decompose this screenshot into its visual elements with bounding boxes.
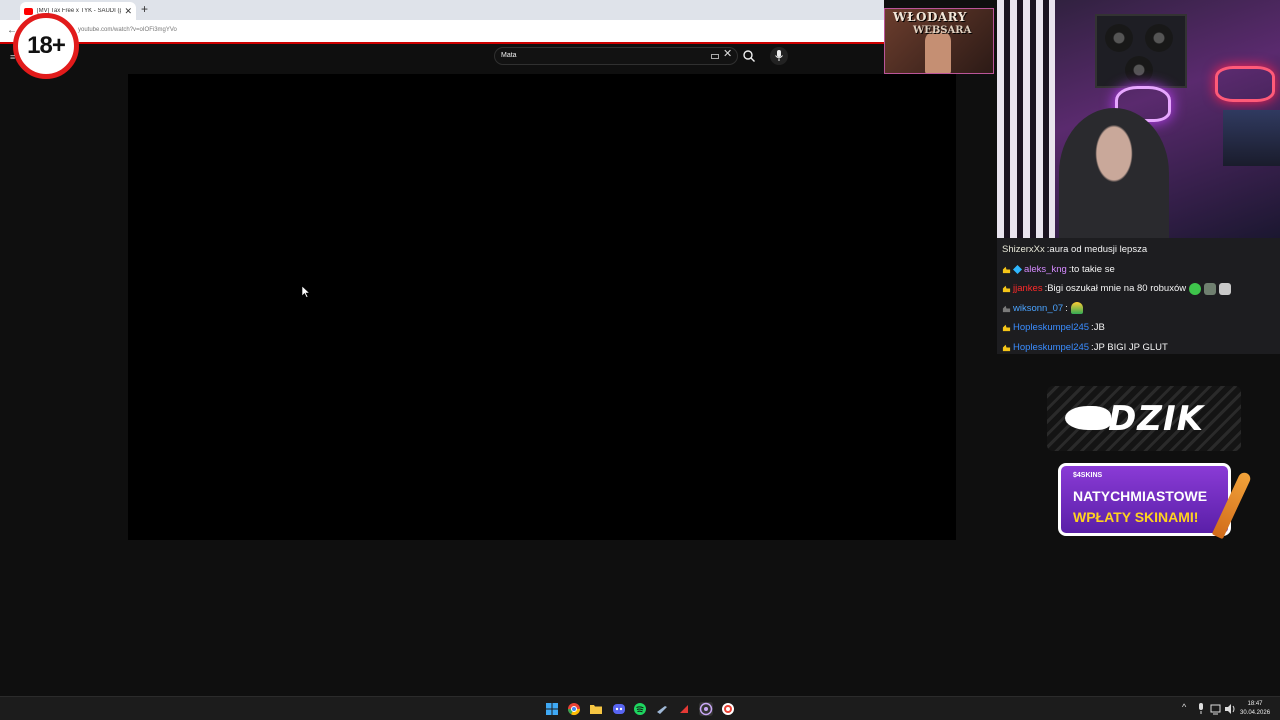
chat-separator: : (1065, 302, 1068, 314)
browser-tab-bar: [MV] Tax Free x TYK - SAUDI (p ✕ + (0, 0, 884, 20)
chat-username: jjankes (1013, 283, 1043, 295)
obs-icon[interactable] (699, 702, 713, 716)
tray-overflow-icon[interactable]: ^ (1182, 703, 1186, 712)
chat-message: ShizerxXx: aura od medusji lepsza (1002, 240, 1275, 260)
age-restriction-badge: 18+ (13, 13, 79, 79)
windows-start-icon[interactable] (545, 702, 559, 716)
search-input[interactable]: Mata ✕ (494, 47, 738, 65)
chat-message: Hopleskumpel245: JB (1002, 318, 1275, 338)
boar-icon (1065, 406, 1111, 430)
discord-icon[interactable] (612, 702, 626, 716)
search-query: Mata (501, 52, 517, 59)
banner-title: WŁODARY (893, 10, 967, 24)
new-tab-button[interactable]: + (141, 3, 148, 15)
volume-icon[interactable] (1224, 703, 1236, 715)
chat-text: JP BIGI JP GLUT (1093, 341, 1168, 353)
search-icon (743, 50, 755, 62)
skins-headline: NATYCHMIASTOWE (1073, 488, 1208, 504)
windows-taskbar: ^ 18:47 30.04.2026 (0, 696, 1280, 720)
photo-emote-icon (1204, 282, 1217, 295)
neon-bull-sign (1215, 66, 1275, 102)
record-wall (1095, 14, 1187, 88)
sub-badge-icon (1002, 305, 1011, 312)
vinyl-record (1125, 56, 1153, 84)
streamer (1059, 108, 1169, 238)
dzik-logo-text: DZIK (1108, 398, 1204, 439)
sub-badge-icon (1002, 266, 1011, 273)
address-bar[interactable]: ← youtube.com/watch?v=oIOFi3mgYVo (0, 20, 884, 44)
chat-username: Hopleskumpel245 (1013, 341, 1090, 353)
voice-search-button[interactable] (770, 47, 788, 65)
skins-subheadline: WPŁATY SKINAMI! (1073, 509, 1199, 525)
video-player[interactable] (128, 74, 956, 540)
chat-username: aleks_kng (1024, 263, 1067, 275)
hamburger-menu-icon[interactable]: ≡ (10, 52, 15, 62)
banner-figure (925, 31, 951, 73)
steam-icon[interactable] (655, 702, 669, 716)
chat-message: wiksonn_07: (1002, 299, 1275, 319)
webcam-feed (997, 0, 1280, 238)
mouse-cursor-icon (302, 286, 310, 298)
chrome-icon[interactable] (567, 702, 581, 716)
striped-wall (997, 0, 1055, 238)
tab-close-icon[interactable]: ✕ (124, 6, 132, 16)
vinyl-record (1145, 24, 1173, 52)
figure-shelf (1223, 110, 1280, 166)
dzik-sponsor-banner: DZIK (1047, 386, 1241, 451)
clock-date: 30.04.2026 (1240, 710, 1271, 716)
file-explorer-icon[interactable] (589, 702, 603, 716)
url-text[interactable]: youtube.com/watch?v=oIOFi3mgYVo (78, 27, 177, 33)
banner-subtitle: WEBSARA (913, 25, 972, 36)
chat-text: aura od medusji lepsza (1049, 244, 1148, 256)
spotify-icon[interactable] (633, 702, 647, 716)
vinyl-record (1105, 24, 1133, 52)
tray-mic-icon[interactable] (1196, 703, 1206, 715)
chat-overlay: ShizerxXx: aura od medusji lepsza aleks_… (997, 238, 1280, 354)
wlodary-overlay-banner: WŁODARY WEBSARA (884, 8, 994, 74)
skins-sponsor-banner: $4SKINS NATYCHMIASTOWE WPŁATY SKINAMI! (1058, 463, 1231, 536)
clock-time: 18:47 (1247, 701, 1263, 707)
youtube-favicon-icon (24, 7, 33, 15)
chat-text: to takie se (1071, 263, 1115, 275)
search-button[interactable] (741, 48, 757, 64)
network-icon[interactable] (1210, 703, 1222, 715)
sub-badge-icon (1002, 286, 1011, 293)
sub-badge-icon (1002, 344, 1011, 351)
chat-username: wiksonn_07 (1013, 302, 1064, 314)
chat-text: JB (1093, 322, 1105, 334)
system-clock[interactable]: 18:47 30.04.2026 (1240, 700, 1270, 718)
chrome-profile-icon[interactable] (721, 702, 735, 716)
chat-username: ShizerxXx (1002, 244, 1045, 256)
chat-message: Hopleskumpel245: JP BIGI JP GLUT (1002, 338, 1275, 358)
chat-text: Bigi oszukał mnie na 80 robuxów (1047, 283, 1187, 295)
chat-message: jjankes: Bigi oszukał mnie na 80 robuxów (1002, 279, 1275, 299)
rainbow-emote-icon (1070, 302, 1083, 315)
green-face-emote-icon (1189, 282, 1202, 295)
microphone-icon (775, 50, 783, 61)
gray-emote-icon (1219, 282, 1232, 295)
diamond-badge-icon (1013, 264, 1022, 274)
keyboard-icon[interactable] (711, 54, 719, 59)
clear-search-icon[interactable]: ✕ (723, 49, 732, 60)
sub-badge-icon (1002, 325, 1011, 332)
media-app-icon[interactable] (677, 702, 691, 716)
skins-logo: $4SKINS (1073, 472, 1103, 479)
chat-username: Hopleskumpel245 (1013, 322, 1090, 334)
chat-message: aleks_kng: to takie se (1002, 260, 1275, 280)
